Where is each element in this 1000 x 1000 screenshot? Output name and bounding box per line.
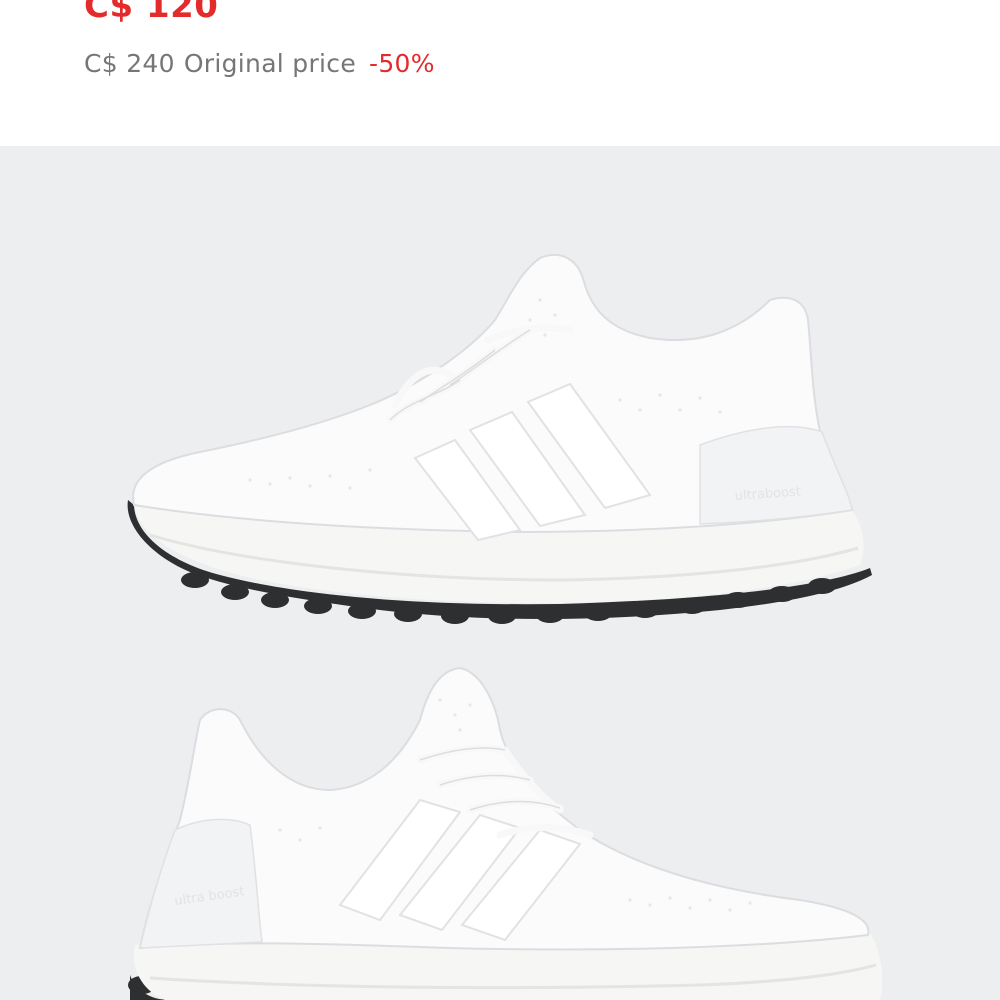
sale-price: C$ 120 xyxy=(84,0,219,26)
product-image-gallery[interactable]: ultraboost ultra boost xyxy=(0,146,1000,1000)
product-image-shoe-side-right[interactable]: ultraboost xyxy=(0,146,1000,1000)
original-price-row: C$ 240 Original price -50% xyxy=(84,45,435,81)
price-block: C$ 120 C$ 240 Original price -50% xyxy=(84,0,984,140)
original-price: C$ 240 xyxy=(84,48,175,78)
original-price-label: Original price xyxy=(183,48,357,78)
product-page: C$ 120 C$ 240 Original price -50% ultrab… xyxy=(0,0,1000,1000)
discount-badge: -50% xyxy=(369,48,435,78)
